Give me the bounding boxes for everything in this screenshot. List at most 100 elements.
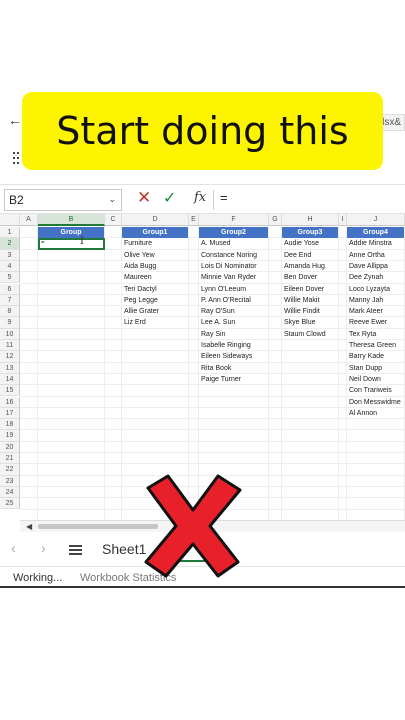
drag-handle-icon[interactable]: [13, 152, 21, 166]
row-header-24[interactable]: 24: [0, 486, 20, 499]
table-cell[interactable]: Eileen Dover: [282, 284, 338, 295]
table-cell[interactable]: Constance Noring: [199, 250, 268, 261]
column-header-f[interactable]: F: [199, 214, 269, 226]
column-header-d[interactable]: D: [122, 214, 189, 226]
row-header-13[interactable]: 13: [0, 362, 20, 374]
table-cell[interactable]: Minnie Van Ryder: [199, 272, 268, 283]
table-cell[interactable]: Allie Grater: [122, 306, 188, 317]
row-header-19[interactable]: 19: [0, 430, 20, 442]
row-header-17[interactable]: 17: [0, 407, 20, 420]
row-header-5[interactable]: 5: [0, 272, 20, 284]
header-cell-group2[interactable]: Group2: [199, 227, 268, 238]
row-header-15[interactable]: 15: [0, 385, 20, 397]
table-cell[interactable]: Dee End: [282, 250, 338, 261]
column-header-g[interactable]: G: [269, 214, 282, 226]
table-cell[interactable]: Audie Yose: [282, 238, 338, 249]
row-header-21[interactable]: 21: [0, 453, 20, 465]
prev-sheet-icon[interactable]: ‹: [11, 540, 16, 556]
row-header-25[interactable]: 25: [0, 498, 20, 510]
table-cell[interactable]: Lee A. Sun: [199, 317, 268, 328]
table-cell[interactable]: Manny Jah: [347, 295, 404, 306]
row-header-4[interactable]: 4: [0, 260, 20, 273]
row-header-18[interactable]: 18: [0, 419, 20, 431]
table-cell[interactable]: Aida Bugg: [122, 261, 188, 272]
cancel-x-icon[interactable]: ✕: [137, 188, 151, 208]
header-cell-group[interactable]: Group: [38, 227, 104, 238]
table-cell[interactable]: Lynn O'Leeum: [199, 284, 268, 295]
table-cell[interactable]: Liz Erd: [122, 317, 188, 328]
table-cell[interactable]: Dave Allippa: [347, 261, 404, 272]
table-cell[interactable]: Barry Kade: [347, 351, 404, 362]
table-cell[interactable]: Willie Makit: [282, 295, 338, 306]
fx-icon[interactable]: fx: [194, 190, 206, 205]
table-cell[interactable]: Rita Book: [199, 363, 268, 374]
table-cell[interactable]: Amanda Hug: [282, 261, 338, 272]
chevron-down-icon[interactable]: ⌄: [108, 194, 116, 205]
table-cell[interactable]: Ray O'Sun: [199, 306, 268, 317]
table-cell[interactable]: Ben Dover: [282, 272, 338, 283]
row-header-7[interactable]: 7: [0, 294, 20, 307]
column-header-c[interactable]: C: [105, 214, 122, 226]
row-header-23[interactable]: 23: [0, 475, 20, 487]
table-cell[interactable]: Tex Ryta: [347, 329, 404, 340]
table-cell[interactable]: Willie Findit: [282, 306, 338, 317]
table-cell[interactable]: Stan Dupp: [347, 363, 404, 374]
row-header-16[interactable]: 16: [0, 396, 20, 408]
back-arrow-icon[interactable]: ←: [8, 112, 22, 128]
row-header-1[interactable]: 1: [0, 227, 20, 239]
table-cell[interactable]: Don Messwidme: [347, 397, 404, 408]
table-cell[interactable]: Neil Down: [347, 374, 404, 385]
table-cell[interactable]: A. Mused: [199, 238, 268, 249]
row-header-22[interactable]: 22: [0, 464, 20, 476]
table-cell[interactable]: Addie Minstra: [347, 238, 404, 249]
row-header-10[interactable]: 10: [0, 328, 20, 340]
sheet-list-menu-icon[interactable]: [69, 545, 82, 555]
column-header-h[interactable]: H: [282, 214, 339, 226]
row-header-12[interactable]: 12: [0, 351, 20, 363]
column-header-a[interactable]: A: [20, 214, 38, 226]
row-header-9[interactable]: 9: [0, 317, 20, 329]
row-header-3[interactable]: 3: [0, 249, 20, 261]
table-cell[interactable]: Ray Sin: [199, 329, 268, 340]
table-cell[interactable]: Paige Turner: [199, 374, 268, 385]
table-cell[interactable]: Loco Lyzayta: [347, 284, 404, 295]
table-cell[interactable]: Staum Clowd: [282, 329, 338, 340]
next-sheet-icon[interactable]: ›: [41, 540, 46, 556]
table-cell[interactable]: Eileen Sideways: [199, 351, 268, 362]
row-header-2[interactable]: 2: [0, 238, 20, 250]
table-cell[interactable]: P. Ann O'Recital: [199, 295, 268, 306]
column-header-j[interactable]: J: [347, 214, 405, 226]
header-cell-group3[interactable]: Group3: [282, 227, 338, 238]
table-cell[interactable]: Lois Di Nominator: [199, 261, 268, 272]
column-header-i[interactable]: I: [339, 214, 347, 226]
table-cell[interactable]: Dee Zynah: [347, 272, 404, 283]
row-header-20[interactable]: 20: [0, 441, 20, 453]
select-all-corner[interactable]: [0, 214, 20, 226]
row-header-6[interactable]: 6: [0, 283, 20, 295]
table-cell[interactable]: Reeve Ewer: [347, 317, 404, 328]
table-cell[interactable]: Teri Dactyl: [122, 284, 188, 295]
row-header-14[interactable]: 14: [0, 373, 20, 386]
table-cell[interactable]: Isabelle Ringing: [199, 340, 268, 351]
scroll-left-icon[interactable]: ◀: [26, 522, 32, 531]
active-cell-b2[interactable]: =: [38, 238, 105, 250]
table-cell[interactable]: Furniture: [122, 238, 188, 249]
name-box[interactable]: B2 ⌄: [4, 189, 122, 211]
enter-check-icon[interactable]: ✓: [163, 188, 176, 208]
header-cell-group4[interactable]: Group4: [347, 227, 404, 238]
table-cell[interactable]: Anne Ortha: [347, 250, 404, 261]
table-cell[interactable]: Con Trariweis: [347, 385, 404, 396]
table-cell[interactable]: Maureen: [122, 272, 188, 283]
table-cell[interactable]: Al Annon: [347, 408, 404, 419]
row-header-8[interactable]: 8: [0, 306, 20, 318]
column-header-e[interactable]: E: [189, 214, 199, 226]
column-header-b[interactable]: B: [38, 214, 105, 226]
row-header-11[interactable]: 11: [0, 340, 20, 352]
table-cell[interactable]: Theresa Green: [347, 340, 404, 351]
header-cell-group1[interactable]: Group1: [122, 227, 188, 238]
formula-input[interactable]: =: [220, 190, 228, 205]
table-cell[interactable]: Skye Blue: [282, 317, 338, 328]
table-cell[interactable]: Peg Legge: [122, 295, 188, 306]
table-cell[interactable]: Mark Ateer: [347, 306, 404, 317]
table-cell[interactable]: Olive Yew: [122, 250, 188, 261]
